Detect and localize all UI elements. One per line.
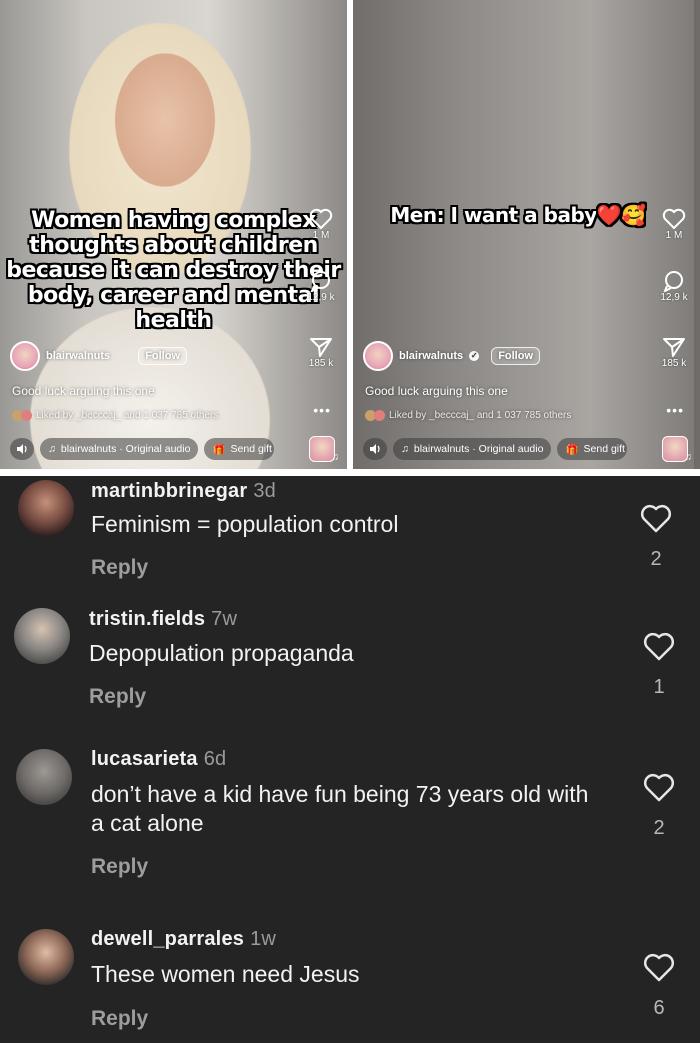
heart-icon[interactable]: [640, 504, 672, 534]
share-action[interactable]: 185 k: [301, 336, 341, 369]
comment-age: 6d: [203, 748, 227, 770]
reply-button[interactable]: Reply: [91, 556, 148, 580]
comment-text: Feminism = population control: [91, 511, 399, 537]
avatar[interactable]: [16, 749, 72, 805]
comment-count: 12,9 k: [660, 292, 688, 303]
volume-button[interactable]: [10, 438, 34, 460]
video-panel-right[interactable]: Men: I want a baby❤️🥰 1 M 12,9 k 185 k b…: [353, 0, 700, 469]
comment-bubble-icon: [310, 271, 330, 292]
like-action[interactable]: 1 M: [654, 208, 694, 241]
caption-emoji: ❤️🥰: [596, 203, 646, 227]
author-row: blairwalnuts ✓ Follow: [363, 341, 541, 371]
liked-by-text: Liked by _becccaj_ and 1 037 785 others: [389, 410, 572, 421]
author-username[interactable]: blairwalnuts: [399, 350, 463, 362]
liked-by-row[interactable]: Liked by _becccaj_ and 1 037 785 others: [365, 410, 571, 421]
follow-button[interactable]: Follow: [491, 347, 541, 365]
video-bottom-bar: ♫ blairwalnuts · Original audio 🎁 Send g…: [10, 438, 275, 460]
volume-button[interactable]: [363, 438, 387, 460]
avatar[interactable]: [363, 341, 393, 371]
speaker-icon: [17, 444, 27, 454]
reply-button[interactable]: Reply: [89, 685, 146, 709]
heart-icon: [662, 208, 686, 230]
send-icon: [663, 338, 685, 357]
more-options-icon[interactable]: •••: [666, 402, 684, 418]
comment-username[interactable]: dewell_parrales 1w: [91, 928, 276, 951]
avatar[interactable]: [18, 929, 74, 985]
comments-section: martinbbrinegar 3d Feminism = population …: [0, 476, 700, 1043]
like-count: 1 M: [312, 230, 330, 241]
caption-text: Men: I want a baby: [390, 203, 597, 227]
comment-count: 12,9 k: [307, 292, 335, 303]
audio-label: blairwalnuts · Original audio: [60, 443, 191, 455]
caption-line: health: [135, 308, 212, 334]
comment-action[interactable]: 12,9 k: [654, 270, 694, 303]
music-note-icon: ♫: [401, 443, 409, 455]
avatar[interactable]: [18, 480, 74, 536]
music-note-icon: ♫: [48, 443, 56, 455]
screenshot-root: Women having complex thoughts about chil…: [0, 0, 700, 1043]
more-options-icon[interactable]: •••: [313, 402, 331, 418]
video-description: Good luck arguing this one: [12, 384, 155, 398]
heart-icon[interactable]: [643, 953, 675, 983]
video-frame-image: [353, 0, 700, 469]
video-panel-left[interactable]: Women having complex thoughts about chil…: [0, 0, 347, 469]
comment-text: Depopulation propaganda: [89, 640, 354, 666]
share-count: 185 k: [308, 358, 334, 369]
speaker-icon: [370, 444, 380, 454]
comment-age: 7w: [211, 608, 238, 630]
send-gift-button[interactable]: 🎁 Send gift: [557, 438, 628, 460]
caption-line: thoughts about children: [29, 233, 318, 259]
avatar[interactable]: [14, 608, 70, 664]
comment-text: don’t have a kid have fun being 73 years…: [91, 781, 589, 836]
like-count: 1 M: [665, 230, 683, 241]
verified-badge-icon: ✓: [469, 351, 480, 361]
gift-icon: 🎁: [565, 443, 579, 456]
gift-icon: 🎁: [212, 443, 226, 456]
heart-icon[interactable]: [643, 773, 675, 803]
caption-line: body, career and mental: [27, 283, 320, 309]
video-caption-overlay: Men: I want a baby❤️🥰: [353, 204, 683, 227]
reply-button[interactable]: Reply: [91, 855, 148, 879]
audio-pill[interactable]: ♫ blairwalnuts · Original audio: [393, 438, 552, 460]
video-caption-overlay: Women having complex thoughts about chil…: [0, 208, 347, 333]
comment-like-count: 1: [653, 676, 665, 698]
comment-text: These women need Jesus: [91, 961, 360, 987]
liker-avatar: [374, 410, 385, 421]
heart-icon: [309, 208, 333, 230]
reply-button[interactable]: Reply: [91, 1007, 148, 1031]
comment-like-count: 2: [653, 817, 665, 839]
follow-button[interactable]: Follow: [138, 347, 188, 365]
comment-age: 3d: [253, 480, 277, 502]
share-count: 185 k: [661, 358, 687, 369]
share-action[interactable]: 185 k: [654, 336, 694, 369]
send-icon: [310, 338, 332, 357]
video-description: Good luck arguing this one: [365, 384, 508, 398]
like-action[interactable]: 1 M: [301, 208, 341, 241]
audio-pill[interactable]: ♫ blairwalnuts · Original audio: [40, 438, 199, 460]
comment-username[interactable]: martinbbrinegar 3d: [91, 480, 276, 503]
caption-line: because it can destroy their: [6, 258, 341, 284]
heart-icon[interactable]: [643, 632, 675, 662]
liker-avatar: [21, 410, 32, 421]
send-gift-button[interactable]: 🎁 Send gift: [204, 438, 275, 460]
liked-by-text: Liked by _becccaj_ and 1 037 785 others: [36, 410, 219, 421]
send-gift-label: Send gift: [230, 443, 272, 455]
comment-bubble-icon: [663, 271, 683, 292]
music-note-icon: ♫: [331, 452, 340, 463]
comment-action[interactable]: 12,9 k: [301, 270, 341, 303]
audio-label: blairwalnuts · Original audio: [413, 443, 544, 455]
send-gift-label: Send gift: [583, 443, 625, 455]
author-username[interactable]: blairwalnuts: [46, 350, 110, 362]
author-row: blairwalnuts Follow: [10, 341, 188, 371]
liked-by-row[interactable]: Liked by _becccaj_ and 1 037 785 others: [12, 410, 218, 421]
avatar[interactable]: [10, 341, 40, 371]
comment-username[interactable]: lucasarieta 6d: [91, 748, 226, 771]
video-bottom-bar: ♫ blairwalnuts · Original audio 🎁 Send g…: [363, 438, 628, 460]
comment-age: 1w: [250, 928, 277, 950]
comment-username[interactable]: tristin.fields 7w: [89, 608, 237, 631]
music-note-icon: ♫: [684, 452, 693, 463]
caption-line: Women having complex: [31, 208, 316, 233]
comment-like-count: 2: [650, 548, 662, 570]
comment-like-count: 6: [653, 997, 665, 1019]
